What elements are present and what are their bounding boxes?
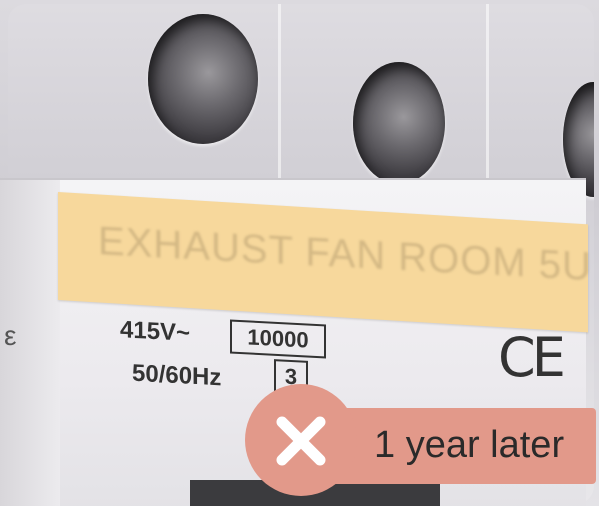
badge-text: 1 year later bbox=[374, 424, 565, 466]
ce-mark: CE bbox=[498, 326, 566, 389]
photo-frame: EXHAUST FAN ROOM 5U ε 415V~ 50/60Hz 1000… bbox=[0, 0, 599, 506]
screw-hole bbox=[353, 62, 445, 184]
module-seam bbox=[278, 4, 281, 204]
frequency-text: 50/60Hz bbox=[132, 359, 222, 392]
rating-box: 10000 bbox=[230, 319, 326, 359]
side-mark: ε bbox=[4, 320, 17, 351]
voltage-text: 415V~ bbox=[120, 316, 191, 347]
close-icon bbox=[276, 416, 326, 466]
module-seam bbox=[486, 4, 489, 204]
screw-hole bbox=[148, 14, 258, 144]
